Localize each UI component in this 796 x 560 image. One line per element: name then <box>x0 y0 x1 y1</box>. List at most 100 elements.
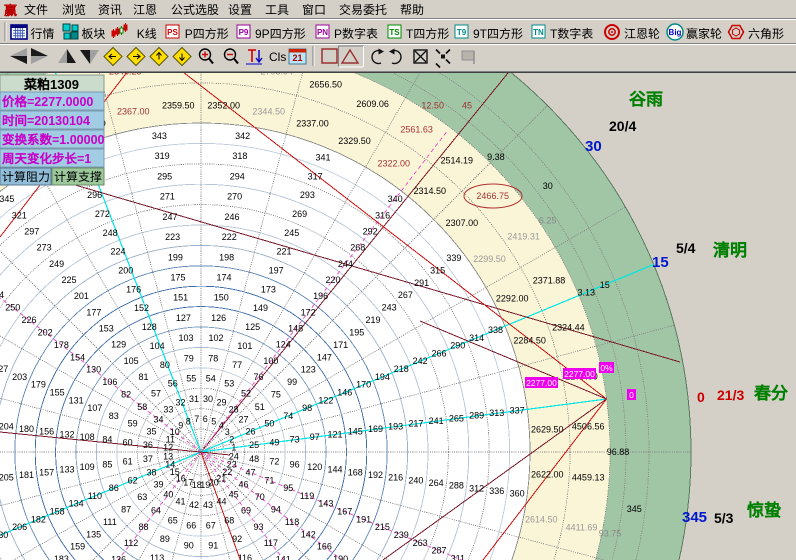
svg-text:107: 107 <box>87 403 102 413</box>
svg-text:220: 220 <box>325 275 340 285</box>
svg-text:42: 42 <box>189 500 199 510</box>
svg-text:2299.50: 2299.50 <box>473 254 506 264</box>
svg-text:143: 143 <box>318 499 333 509</box>
svg-text:3: 3 <box>225 427 230 437</box>
svg-text:221: 221 <box>276 247 291 257</box>
svg-text:100: 100 <box>263 356 278 366</box>
svg-text:81: 81 <box>138 372 148 382</box>
svg-text:218: 218 <box>394 364 409 374</box>
svg-text:216: 216 <box>388 473 403 483</box>
svg-text:31: 31 <box>189 394 199 404</box>
svg-text:105: 105 <box>124 356 139 366</box>
svg-text:P: P <box>334 27 342 41</box>
svg-text:73: 73 <box>290 435 300 445</box>
svg-text:110: 110 <box>88 491 102 501</box>
svg-text:2307.00: 2307.00 <box>446 218 479 228</box>
svg-text:192: 192 <box>368 470 383 480</box>
svg-text:38: 38 <box>146 468 156 478</box>
svg-text:121: 121 <box>327 429 342 439</box>
svg-text:69: 69 <box>241 506 251 516</box>
svg-text:197: 197 <box>269 266 284 276</box>
svg-text:337: 337 <box>510 405 525 415</box>
svg-text:104: 104 <box>150 341 165 351</box>
svg-text:6.25: 6.25 <box>539 215 557 225</box>
svg-text:191: 191 <box>356 514 371 524</box>
svg-text:244: 244 <box>338 259 353 269</box>
svg-text:46: 46 <box>238 480 248 490</box>
svg-text:194: 194 <box>375 372 390 382</box>
svg-text:182: 182 <box>31 514 46 524</box>
svg-text:144: 144 <box>327 465 342 475</box>
svg-text:54: 54 <box>206 374 216 384</box>
svg-text:T: T <box>550 27 558 41</box>
svg-text:2314.50: 2314.50 <box>414 186 447 196</box>
svg-text:66: 66 <box>186 520 196 530</box>
svg-text:T9: T9 <box>457 28 467 37</box>
svg-text:82: 82 <box>121 390 131 400</box>
svg-text:113: 113 <box>150 553 164 560</box>
svg-text:4506.56: 4506.56 <box>572 422 605 432</box>
svg-text:111: 111 <box>103 517 117 527</box>
svg-text:94: 94 <box>271 505 281 515</box>
svg-text:343: 343 <box>152 131 167 141</box>
svg-text:156: 156 <box>39 427 54 437</box>
svg-text:75: 75 <box>271 390 281 400</box>
svg-text:295: 295 <box>157 171 172 181</box>
svg-text:91: 91 <box>208 541 218 551</box>
svg-text:170: 170 <box>356 380 371 390</box>
svg-text:45: 45 <box>229 490 239 500</box>
svg-text:68: 68 <box>224 515 234 525</box>
svg-text:67: 67 <box>206 520 216 530</box>
svg-text:148: 148 <box>288 324 303 334</box>
svg-text:3.13: 3.13 <box>578 287 596 297</box>
svg-text:49: 49 <box>269 437 279 447</box>
svg-text:89: 89 <box>160 534 170 544</box>
svg-text:206: 206 <box>12 522 27 532</box>
svg-text:72: 72 <box>269 457 279 467</box>
svg-text:203: 203 <box>12 372 27 382</box>
svg-text:311: 311 <box>451 553 465 560</box>
svg-text:55: 55 <box>186 374 196 384</box>
svg-text:60: 60 <box>123 437 133 447</box>
svg-text:319: 319 <box>155 151 170 161</box>
svg-text:2514.19: 2514.19 <box>441 155 474 165</box>
svg-text:0%: 0% <box>600 363 613 373</box>
svg-text:44: 44 <box>216 497 226 507</box>
svg-text:95: 95 <box>283 483 293 493</box>
svg-text:9.38: 9.38 <box>487 152 505 162</box>
svg-text:2352.00: 2352.00 <box>207 101 240 111</box>
svg-text:116: 116 <box>238 553 252 560</box>
svg-text:296: 296 <box>87 190 102 200</box>
svg-text:2371.88: 2371.88 <box>533 275 566 285</box>
svg-text:93: 93 <box>253 522 263 532</box>
svg-text:246: 246 <box>224 212 239 222</box>
svg-text:141: 141 <box>276 554 291 560</box>
svg-text:245: 245 <box>284 228 299 238</box>
svg-text:205: 205 <box>0 473 14 483</box>
svg-text:Cls: Cls <box>269 50 286 64</box>
svg-text:90: 90 <box>184 541 194 551</box>
svg-text:112: 112 <box>124 538 138 548</box>
svg-text:37: 37 <box>143 454 153 464</box>
svg-text:297: 297 <box>24 226 39 236</box>
svg-text:267: 267 <box>398 290 413 300</box>
svg-text:269: 269 <box>292 209 307 219</box>
svg-text:=1: =1 <box>77 152 91 166</box>
svg-text:2359.50: 2359.50 <box>162 101 195 111</box>
svg-text:340: 340 <box>388 194 403 204</box>
svg-text:124: 124 <box>276 340 291 350</box>
svg-text:199: 199 <box>168 252 183 262</box>
svg-text:117: 117 <box>264 538 278 548</box>
svg-text:153: 153 <box>99 324 114 334</box>
svg-text:PS: PS <box>167 28 178 37</box>
svg-text:TS: TS <box>389 28 400 37</box>
svg-text:0: 0 <box>629 390 634 400</box>
svg-text:99: 99 <box>287 377 297 387</box>
svg-text:177: 177 <box>86 307 101 317</box>
svg-text:PN: PN <box>317 28 328 37</box>
svg-text:222: 222 <box>222 232 237 242</box>
svg-text:345: 345 <box>627 504 642 514</box>
svg-text:239: 239 <box>394 530 409 540</box>
svg-text:109: 109 <box>80 462 95 472</box>
svg-text:45: 45 <box>462 100 472 110</box>
